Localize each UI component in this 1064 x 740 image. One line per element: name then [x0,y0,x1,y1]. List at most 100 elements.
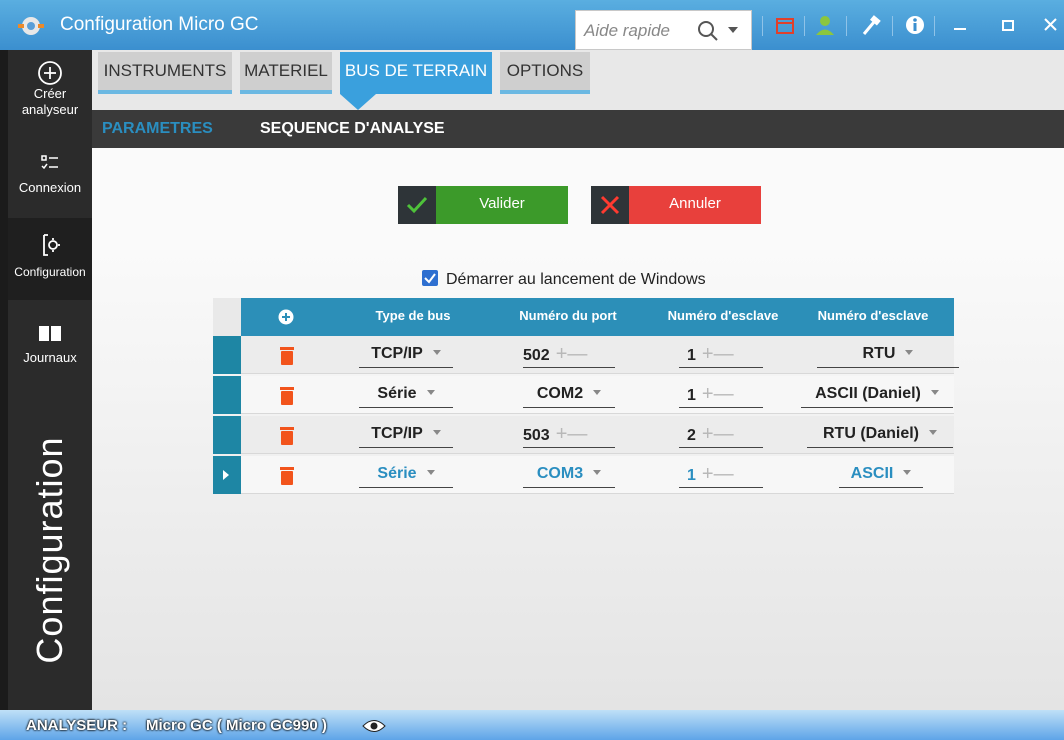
table-row[interactable]: TCP/IP 502 +— 1 +— RTU [213,336,959,374]
grid-header: Type de bus Numéro du port Numéro d'escl… [213,298,954,336]
delete-row-icon[interactable] [279,425,295,445]
status-bar: ANALYSEUR : Micro GC ( Micro GC990 ) [0,710,1064,740]
close-icon[interactable] [1040,14,1062,36]
add-row-icon[interactable] [278,309,294,325]
add-circle-icon [38,61,62,85]
row-cells: Série COM3 1 +— ASCII [241,456,954,494]
chevron-down-icon [929,430,937,435]
bus-type-value: Série [377,385,417,402]
tab-bus-de-terrain[interactable]: BUS DE TERRAIN [340,52,492,94]
slave-stepper[interactable]: 1 +— [679,344,763,368]
nav-create-label: Créer analyseur [21,86,79,117]
row-cells: Série COM2 1 +— ASCII (Daniel) [241,376,954,414]
app-window: Configuration Micro GC Aide rapide Créer… [0,0,1064,740]
minimize-icon[interactable] [950,14,972,36]
table-row-current[interactable]: Série COM3 1 +— ASCII [213,456,954,494]
table-row[interactable]: TCP/IP 503 +— 2 +— RTU (Daniel) [213,416,954,454]
maximize-icon[interactable] [998,14,1020,36]
eye-icon[interactable] [362,719,386,733]
port-stepper[interactable]: 503 +— [523,424,615,448]
x-icon-wrap [591,186,629,224]
info-icon[interactable] [904,14,926,36]
slave-value: 1 [687,387,696,404]
quick-help-search[interactable]: Aide rapide [575,10,752,50]
search-icon[interactable] [696,19,720,43]
calendar-icon[interactable] [774,14,796,36]
protocol-select[interactable]: ASCII [839,464,923,488]
cancel-button[interactable]: Annuler [591,186,761,224]
row-selector[interactable] [213,456,241,494]
row-cells: TCP/IP 503 +— 2 +— RTU (Daniel) [241,416,954,454]
chevron-down-icon [903,470,912,475]
validate-button[interactable]: Valider [398,186,568,224]
check-icon-wrap [398,186,436,224]
plus-minus-icon[interactable]: +— [702,383,734,405]
slave-stepper[interactable]: 1 +— [679,464,763,488]
bus-type-value: Série [377,465,417,482]
user-icon[interactable] [814,14,836,36]
bus-type-select[interactable]: Série [359,384,453,408]
plus-minus-icon[interactable]: +— [702,343,734,365]
left-navigation: Créer analyseur Connexion Configuration [0,50,92,710]
autostart-checkbox[interactable]: Démarrer au lancement de Windows [422,270,706,289]
protocol-select[interactable]: RTU (Daniel) [807,424,953,448]
delete-row-icon[interactable] [279,345,295,365]
port-select[interactable]: COM3 [523,464,615,488]
chevron-down-icon [593,470,602,475]
slave-value: 2 [687,427,696,444]
search-input[interactable]: Aide rapide [584,21,684,41]
toolbar-separator [762,16,763,36]
port-value: COM2 [536,385,584,402]
chevron-down-icon [432,350,441,355]
toolbar-separator [892,16,893,36]
checkbox-checked-icon[interactable] [422,270,438,286]
tab-materiel[interactable]: MATERIEL [240,52,332,94]
row-selector[interactable] [213,376,241,414]
subtab-parametres[interactable]: PARAMETRES [102,120,213,138]
nav-connexion-label: Connexion [18,180,82,195]
port-stepper[interactable]: 502 +— [523,344,615,368]
slave-stepper[interactable]: 1 +— [679,384,763,408]
bus-type-select[interactable]: TCP/IP [359,424,453,448]
nav-journaux[interactable]: Journaux [8,318,92,382]
protocol-value: RTU (Daniel) [823,425,919,442]
protocol-select[interactable]: RTU [817,344,959,368]
sub-tabs: PARAMETRES SEQUENCE D'ANALYSE [92,110,1064,148]
chevron-down-icon [426,390,435,395]
tab-options[interactable]: OPTIONS [500,52,590,94]
delete-row-icon[interactable] [279,465,295,485]
subtab-sequence-analyse[interactable]: SEQUENCE D'ANALYSE [260,120,445,138]
active-tab-pointer [340,94,376,110]
nav-create-analyzer[interactable]: Créer analyseur [8,58,92,134]
slave-value: 1 [687,347,696,364]
plus-minus-icon[interactable]: +— [556,423,588,445]
bus-type-select[interactable]: TCP/IP [359,344,453,368]
plus-minus-icon[interactable]: +— [556,343,588,365]
slave-stepper[interactable]: 2 +— [679,424,763,448]
delete-row-icon[interactable] [279,385,295,405]
bus-type-select[interactable]: Série [359,464,453,488]
protocol-select[interactable]: ASCII (Daniel) [801,384,953,408]
plus-minus-icon[interactable]: +— [702,423,734,445]
book-icon [39,326,61,341]
tools-icon[interactable] [860,14,882,36]
col-header-bus-type: Type de bus [375,308,451,323]
tab-instruments[interactable]: INSTRUMENTS [98,52,232,94]
row-selector[interactable] [213,416,241,454]
chevron-down-icon [930,390,939,395]
row-selector[interactable] [213,336,241,374]
toolbar-separator [804,16,805,36]
chevron-down-icon [593,390,602,395]
chevron-down-icon [432,430,441,435]
table-row[interactable]: Série COM2 1 +— ASCII (Daniel) [213,376,954,414]
cancel-label: Annuler [669,195,721,212]
port-select[interactable]: COM2 [523,384,615,408]
search-dropdown-icon[interactable] [728,27,738,33]
nav-configuration[interactable]: Configuration [8,218,92,300]
nav-connexion[interactable]: Connexion [8,148,92,212]
plus-minus-icon[interactable]: +— [702,463,734,485]
configuration-icon [43,234,60,256]
status-analyzer-value: Micro GC ( Micro GC990 ) [146,717,327,734]
checklist-icon [41,155,58,170]
col-header-protocol: Numéro d'esclave [817,308,929,323]
